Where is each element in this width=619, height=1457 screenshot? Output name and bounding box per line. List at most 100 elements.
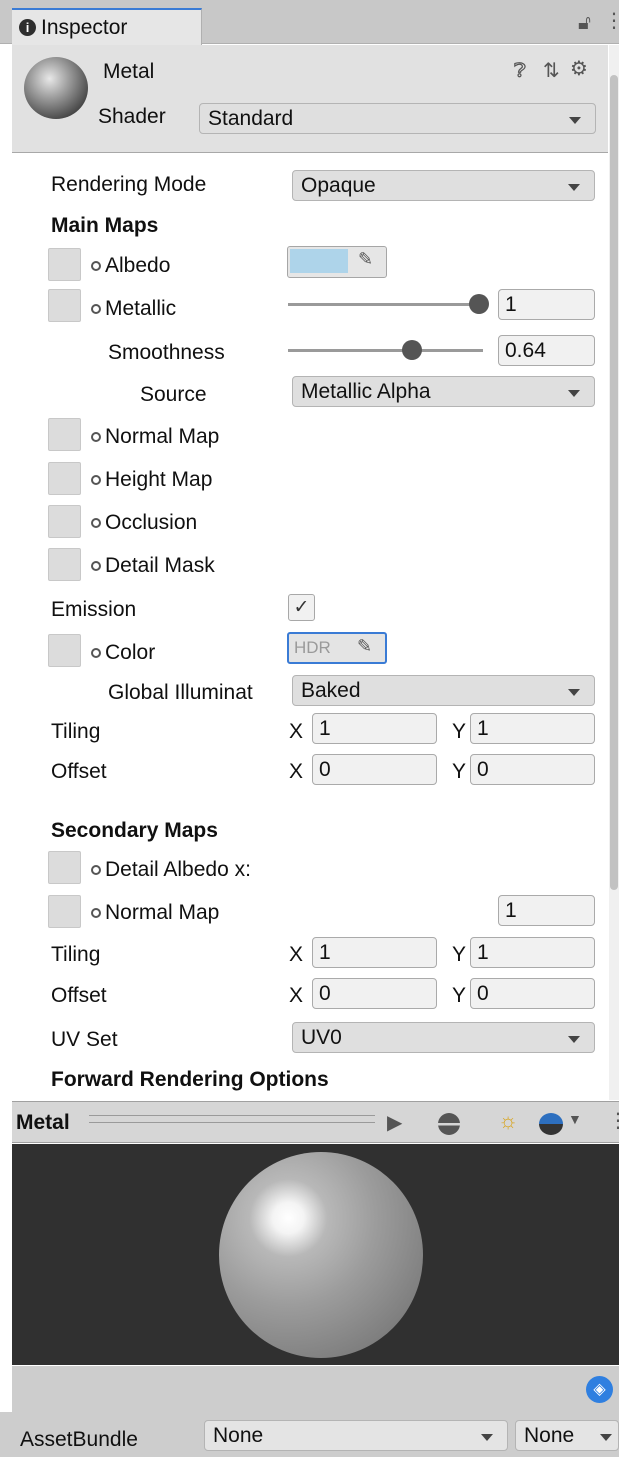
picker-icon[interactable] xyxy=(91,561,101,571)
offset-y-field[interactable]: 0 xyxy=(470,754,595,785)
rendering-mode-value: Opaque xyxy=(301,174,376,197)
picker-icon[interactable] xyxy=(91,304,101,314)
preview-header: Metal ▶ ☼ ▼ ⋮ xyxy=(12,1101,619,1143)
main-maps-heading: Main Maps xyxy=(51,214,159,237)
tab-inspector[interactable]: i Inspector xyxy=(12,8,202,45)
detail-albedo-slot[interactable] xyxy=(48,851,81,884)
smoothness-label: Smoothness xyxy=(108,341,225,364)
metallic-value-field[interactable]: 1 xyxy=(498,289,595,320)
secondary-tiling-y-label: Y xyxy=(452,943,467,966)
more-vert-icon[interactable]: ⋮ xyxy=(604,10,619,32)
picker-icon[interactable] xyxy=(91,261,101,271)
albedo-texture-slot[interactable] xyxy=(48,248,81,281)
secondary-offset-label: Offset xyxy=(51,984,107,1007)
shader-value: Standard xyxy=(208,107,294,130)
picker-icon[interactable] xyxy=(91,865,101,875)
albedo-label: Albedo xyxy=(91,253,170,279)
tag-icon[interactable]: ◈ xyxy=(586,1376,613,1403)
secondary-tiling-y-field[interactable]: 1 xyxy=(470,937,595,968)
occlusion-slot[interactable] xyxy=(48,505,81,538)
shader-dropdown[interactable]: Standard xyxy=(199,103,596,134)
lock-icon[interactable]: 🔓︎ xyxy=(578,12,591,34)
uv-set-dropdown[interactable]: UV0 xyxy=(292,1022,595,1053)
albedo-color-field[interactable]: ✎ xyxy=(287,246,387,278)
scrollbar-thumb[interactable] xyxy=(610,75,618,890)
more-vert-icon[interactable]: ⋮ xyxy=(608,1108,619,1133)
preview-drag-handle[interactable] xyxy=(89,1115,375,1123)
assetbundle-value: None xyxy=(213,1424,264,1447)
secondary-offset-x-label: X xyxy=(289,984,304,1007)
detail-albedo-label: Detail Albedo x: xyxy=(91,857,287,883)
shader-label: Shader xyxy=(98,105,166,128)
eyedropper-icon[interactable]: ✎ xyxy=(357,636,372,657)
albedo-color-swatch xyxy=(290,249,348,273)
metallic-texture-slot[interactable] xyxy=(48,289,81,322)
offset-y-label: Y xyxy=(452,760,467,783)
secondary-normal-scale-field[interactable]: 1 xyxy=(498,895,595,926)
secondary-normal-map-slot[interactable] xyxy=(48,895,81,928)
tiling-label: Tiling xyxy=(51,720,101,743)
chevron-down-icon[interactable]: ▼ xyxy=(568,1111,582,1127)
chevron-down-icon xyxy=(568,1036,580,1043)
help-icon[interactable]: ❔︎ xyxy=(514,60,526,82)
offset-x-field[interactable]: 0 xyxy=(312,754,437,785)
material-name: Metal xyxy=(103,60,155,83)
source-dropdown[interactable]: Metallic Alpha xyxy=(292,376,595,407)
source-value: Metallic Alpha xyxy=(301,380,431,403)
assetbundle-variant-value: None xyxy=(524,1424,575,1447)
height-map-label: Height Map xyxy=(91,467,212,493)
info-icon: i xyxy=(19,19,36,36)
play-icon[interactable]: ▶ xyxy=(387,1110,402,1135)
asset-footer xyxy=(12,1366,619,1412)
emission-color-slot[interactable] xyxy=(48,634,81,667)
metallic-slider-handle[interactable] xyxy=(469,294,489,314)
eyedropper-icon[interactable]: ✎ xyxy=(358,249,373,270)
secondary-tiling-x-label: X xyxy=(289,943,304,966)
tiling-y-field[interactable]: 1 xyxy=(470,713,595,744)
emission-color-field[interactable]: HDR ✎ xyxy=(287,632,387,664)
offset-label: Offset xyxy=(51,760,107,783)
secondary-offset-y-field[interactable]: 0 xyxy=(470,978,595,1009)
light-icon[interactable]: ☼ xyxy=(498,1108,518,1134)
height-map-slot[interactable] xyxy=(48,462,81,495)
background-sphere-icon[interactable] xyxy=(539,1113,563,1135)
smoothness-slider-track[interactable] xyxy=(288,349,483,352)
uv-set-value: UV0 xyxy=(301,1026,342,1049)
source-label: Source xyxy=(140,383,207,406)
metallic-slider-track[interactable] xyxy=(288,303,483,306)
detail-mask-slot[interactable] xyxy=(48,548,81,581)
gear-icon[interactable]: ⚙ xyxy=(570,58,588,80)
secondary-tiling-label: Tiling xyxy=(51,943,101,966)
chevron-down-icon xyxy=(481,1434,493,1441)
sphere-shape-icon[interactable] xyxy=(438,1113,460,1135)
picker-icon[interactable] xyxy=(91,648,101,658)
tiling-x-label: X xyxy=(289,720,304,743)
emission-checkbox[interactable]: ✓ xyxy=(288,594,315,621)
tiling-x-field[interactable]: 1 xyxy=(312,713,437,744)
chevron-down-icon xyxy=(569,117,581,124)
secondary-maps-heading: Secondary Maps xyxy=(51,819,218,842)
normal-map-slot[interactable] xyxy=(48,418,81,451)
normal-map-label: Normal Map xyxy=(91,424,219,450)
metallic-label: Metallic xyxy=(91,296,176,322)
preset-icon[interactable]: ⇅ xyxy=(543,60,560,82)
assetbundle-dropdown[interactable]: None xyxy=(204,1420,508,1451)
picker-icon[interactable] xyxy=(91,432,101,442)
smoothness-slider-handle[interactable] xyxy=(402,340,422,360)
picker-icon[interactable] xyxy=(91,908,101,918)
tiling-y-label: Y xyxy=(452,720,467,743)
global-illumination-value: Baked xyxy=(301,679,361,702)
assetbundle-variant-dropdown[interactable]: None xyxy=(515,1420,619,1451)
detail-mask-label: Detail Mask xyxy=(91,553,215,579)
preview-sphere xyxy=(219,1152,423,1358)
secondary-tiling-x-field[interactable]: 1 xyxy=(312,937,437,968)
rendering-mode-dropdown[interactable]: Opaque xyxy=(292,170,595,201)
uv-set-label: UV Set xyxy=(51,1028,118,1051)
material-thumbnail-icon xyxy=(24,57,88,119)
picker-icon[interactable] xyxy=(91,518,101,528)
global-illumination-dropdown[interactable]: Baked xyxy=(292,675,595,706)
smoothness-value-field[interactable]: 0.64 xyxy=(498,335,595,366)
secondary-offset-x-field[interactable]: 0 xyxy=(312,978,437,1009)
picker-icon[interactable] xyxy=(91,475,101,485)
preview-viewport[interactable] xyxy=(12,1144,619,1365)
